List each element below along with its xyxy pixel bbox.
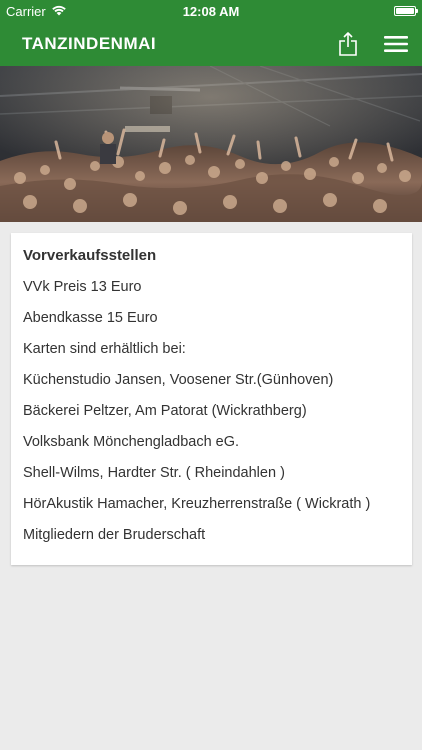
card-line-baeckerei-peltzer: Bäckerei Peltzer, Am Patorat (Wickrathbe… <box>23 403 307 419</box>
status-left: Carrier <box>6 4 67 19</box>
card-line-kuechenstudio-jansen: Küchenstudio Jansen, Voosener Str.(Günho… <box>23 372 334 388</box>
nav-actions <box>338 32 408 56</box>
carrier-label: Carrier <box>6 3 46 19</box>
battery-icon <box>394 6 418 16</box>
page-title: TANZINDENMAI <box>22 34 157 53</box>
card-line-shell-wilms: Shell-Wilms, Hardter Str. ( Rheindahlen … <box>23 465 285 481</box>
status-bar: Carrier 12:08 AM <box>0 0 422 22</box>
nav-bar: TANZINDENMAI <box>0 22 422 66</box>
card-line-tickets-available: Karten sind erhältlich bei: <box>23 341 186 357</box>
card-line-volksbank: Volksbank Mönchengladbach eG. <box>23 434 240 450</box>
card-title: Vorverkaufsstellen <box>23 247 157 264</box>
card-line-box-office-price: Abendkasse 15 Euro <box>23 310 158 326</box>
wifi-icon <box>51 4 67 19</box>
hero-crowd-image <box>0 66 422 222</box>
presale-info-card: Vorverkaufsstellen VVk Preis 13 Euro Abe… <box>11 233 412 565</box>
card-line-vvk-price: VVk Preis 13 Euro <box>23 279 142 295</box>
share-icon[interactable] <box>338 32 358 56</box>
hamburger-menu-icon[interactable] <box>384 35 408 53</box>
card-line-hoerakustik-hamacher: HörAkustik Hamacher, Kreuzherrenstraße (… <box>23 496 371 512</box>
card-line-bruderschaft-members: Mitgliedern der Bruderschaft <box>23 527 206 543</box>
